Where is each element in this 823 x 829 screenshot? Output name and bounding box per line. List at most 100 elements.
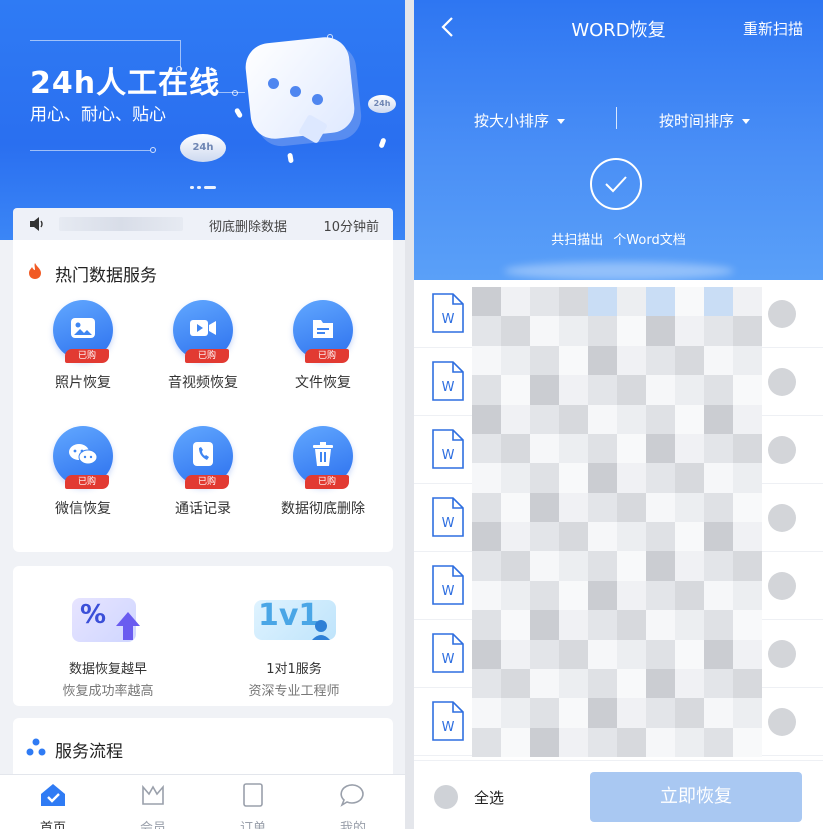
hot-services-title: 热门数据服务 [55, 266, 157, 286]
service-label: 数据彻底删除 [281, 501, 365, 517]
service-photo-recovery[interactable]: 已购 照片恢复 [23, 300, 143, 392]
file-select-radio[interactable] [768, 300, 796, 328]
file-select-radio[interactable] [768, 572, 796, 600]
file-select-radio[interactable] [768, 504, 796, 532]
call-log-icon [193, 441, 213, 466]
scan-complete-check-icon [590, 158, 642, 210]
circuit-line [30, 150, 150, 151]
file-select-radio[interactable] [768, 436, 796, 464]
service-flow-title: 服务流程 [55, 742, 123, 762]
tab-home[interactable]: 首页 [13, 775, 93, 829]
advantages-card: % 数据恢复越早 恢复成功率越高 1v1 1对1服务 资深专业工程师 [13, 566, 393, 706]
word-document-icon: W [432, 429, 464, 469]
sparkle-decoration [378, 137, 387, 149]
engineer-icon [312, 620, 330, 640]
service-video-recovery[interactable]: 已购 音视频恢复 [143, 300, 263, 392]
sparkle-decoration [233, 107, 244, 119]
file-recovery-button-icon: 已购 [293, 300, 353, 363]
tab-orders[interactable]: 订单 [213, 775, 293, 829]
pager-dot [190, 186, 194, 189]
sort-by-size-label: 按大小排序 [474, 112, 550, 130]
word-document-icon: W [432, 701, 464, 741]
screen-divider [405, 0, 414, 829]
scan-result-suffix: 个Word文档 [613, 233, 686, 248]
svg-text:W: W [442, 448, 455, 463]
svg-text:W: W [442, 312, 455, 327]
hot-services-card: 热门数据服务 已购 照片恢复 已购 音视频恢复 已购 文件恢复 已购 微信恢复 … [13, 240, 393, 552]
service-file-recovery[interactable]: 已购 文件恢复 [263, 300, 383, 392]
owned-badge: 已购 [65, 475, 109, 489]
percent-glyph: % [80, 600, 107, 630]
call-log-button-icon: 已购 [173, 426, 233, 489]
bubble-dot [290, 86, 301, 97]
coin-24h-small-illustration: 24h [368, 95, 396, 113]
sort-by-time-dropdown[interactable]: 按时间排序 [659, 110, 751, 131]
owned-badge: 已购 [65, 349, 109, 363]
svg-text:W: W [442, 720, 455, 735]
photo-recovery-button-icon: 已购 [53, 300, 113, 363]
service-label: 音视频恢复 [168, 375, 238, 391]
advantage-title: 1对1服务 [266, 662, 322, 677]
notice-time: 10分钟前 [323, 220, 379, 235]
wechat-icon [69, 443, 98, 465]
caret-down-icon [557, 119, 566, 124]
wechat-recovery-button-icon: 已购 [53, 426, 113, 489]
svg-text:W: W [442, 584, 455, 599]
recover-now-button[interactable]: 立即恢复 [590, 772, 802, 822]
word-recovery-screen: WORD恢复 重新扫描 按大小排序 按时间排序 共扫描出 个Word文档 W W W W… [414, 0, 823, 829]
circuit-line [30, 40, 180, 41]
home-screen: 24h人工在线 用心、耐心、贴心 24h 24h 彻底删除数据 10分钟前 热门… [0, 0, 405, 829]
service-data-wipe[interactable]: 已购 数据彻底删除 [263, 426, 383, 518]
recovery-action-bar: 全选 立即恢复 [414, 760, 823, 829]
scan-result-text: 共扫描出 个Word文档 [414, 229, 823, 248]
select-all-radio[interactable] [434, 785, 458, 809]
file-select-radio[interactable] [768, 708, 796, 736]
notice-bar[interactable]: 彻底删除数据 10分钟前 [13, 208, 393, 240]
advantage-early-recovery[interactable]: % 数据恢复越早 恢复成功率越高 [23, 592, 193, 699]
tab-label: 会员 [139, 821, 166, 829]
rescan-button[interactable]: 重新扫描 [743, 18, 803, 39]
advantage-one-on-one[interactable]: 1v1 1对1服务 资深专业工程师 [209, 592, 379, 699]
percent-arrow-illustration: % [62, 592, 154, 650]
file-select-radio[interactable] [768, 368, 796, 396]
service-wechat-recovery[interactable]: 已购 微信恢复 [23, 426, 143, 518]
word-document-icon: W [432, 633, 464, 673]
advantage-subtitle: 恢复成功率越高 [62, 684, 154, 699]
svg-text:W: W [442, 652, 455, 667]
crown-icon [142, 784, 164, 805]
service-label: 通话记录 [175, 501, 231, 517]
word-document-icon: W [432, 497, 464, 537]
sort-by-size-dropdown[interactable]: 按大小排序 [474, 110, 566, 131]
tab-profile[interactable]: 我的 [313, 775, 393, 829]
service-call-log[interactable]: 已购 通话记录 [143, 426, 263, 518]
sparkle-decoration [287, 152, 294, 164]
service-label: 微信恢复 [55, 501, 111, 517]
tab-membership[interactable]: 会员 [113, 775, 193, 829]
photo-icon [71, 317, 95, 338]
promo-banner[interactable]: 24h人工在线 用心、耐心、贴心 24h 24h [0, 0, 405, 240]
video-icon [190, 319, 216, 336]
select-all-label[interactable]: 全选 [474, 787, 504, 808]
pager-dot [197, 186, 201, 189]
notice-action: 彻底删除数据 [209, 220, 288, 235]
screenshot-root: 24h人工在线 用心、耐心、贴心 24h 24h 彻底删除数据 10分钟前 热门… [0, 0, 823, 829]
chat-bubble-icon [340, 784, 364, 807]
file-select-radio[interactable] [768, 640, 796, 668]
pager-dot-active [204, 186, 216, 189]
sort-by-time-label: 按时间排序 [659, 112, 735, 130]
service-label: 照片恢复 [55, 375, 111, 391]
banner-title: 24h人工在线 [30, 66, 221, 101]
bubble-dot [268, 78, 279, 89]
order-icon [243, 783, 263, 807]
service-label: 文件恢复 [295, 375, 351, 391]
bubble-dot [312, 94, 323, 105]
svg-text:W: W [442, 380, 455, 395]
arrow-up-icon [116, 612, 140, 640]
service-flow-card: 服务流程 [13, 718, 393, 778]
blurred-file-names [472, 287, 762, 757]
owned-badge: 已购 [305, 349, 349, 363]
word-document-icon: W [432, 293, 464, 333]
circuit-dot [232, 90, 238, 96]
advantage-title: 数据恢复越早 [68, 662, 147, 677]
circuit-dot [150, 147, 156, 153]
